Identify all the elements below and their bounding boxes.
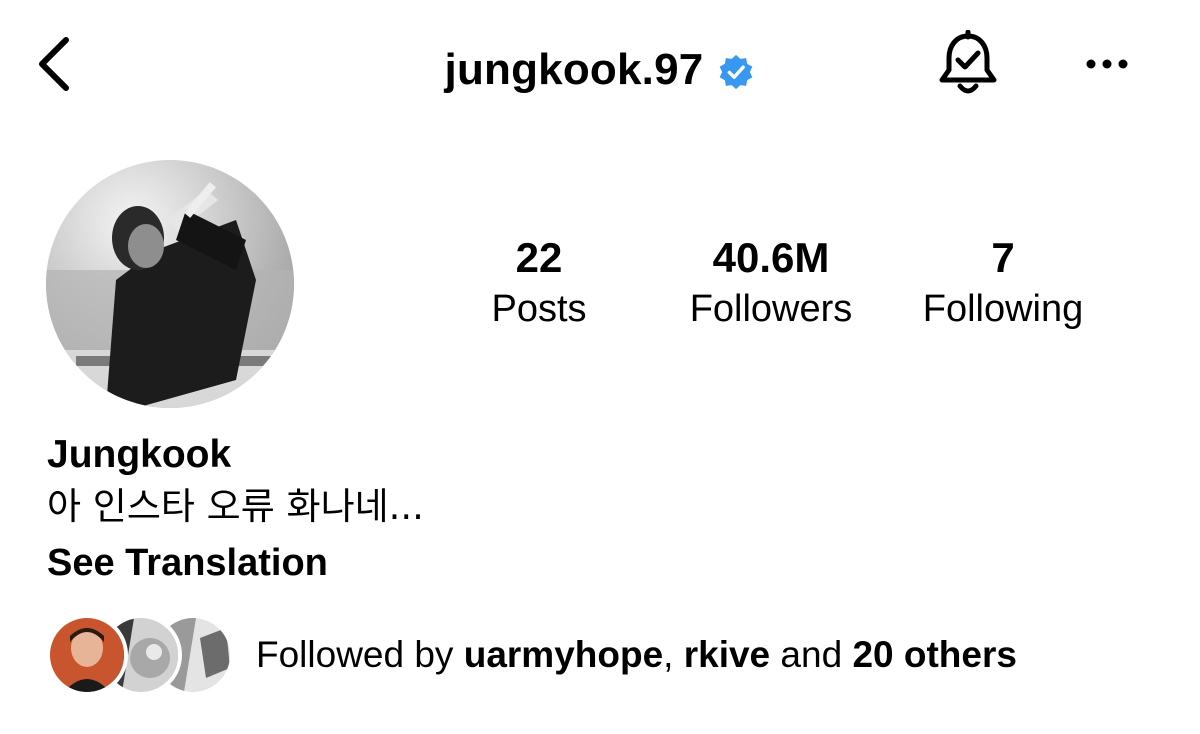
verified-badge-icon bbox=[720, 54, 753, 90]
mutual-follower-1[interactable]: uarmyhope bbox=[464, 634, 663, 675]
following-count: 7 bbox=[991, 234, 1015, 281]
avatar-photo bbox=[50, 618, 124, 692]
username-title: jungkook.97 bbox=[444, 45, 704, 94]
followed-by-prefix: Followed by bbox=[256, 634, 464, 675]
followed-by-others[interactable]: 20 others bbox=[852, 634, 1017, 675]
profile-name: Jungkook bbox=[47, 433, 232, 476]
posts-count: 22 bbox=[515, 234, 563, 281]
mutual-follower-avatar[interactable] bbox=[46, 614, 128, 696]
profile-photo bbox=[46, 160, 294, 408]
more-horizontal-icon bbox=[1086, 59, 1128, 69]
more-options-button[interactable] bbox=[1082, 46, 1132, 82]
profile-avatar[interactable] bbox=[46, 160, 294, 408]
following-label: Following bbox=[922, 288, 1084, 330]
chevron-left-icon bbox=[39, 37, 69, 91]
mutual-follower-2[interactable]: rkive bbox=[684, 634, 770, 675]
header-title: jungkook.97 bbox=[0, 40, 1200, 100]
followed-by-and: and bbox=[770, 634, 853, 675]
stat-following[interactable]: 7 Following bbox=[893, 232, 1113, 334]
notification-bell-check-icon bbox=[939, 29, 997, 94]
notifications-button[interactable] bbox=[936, 29, 1000, 100]
stat-posts[interactable]: 22 Posts bbox=[429, 232, 649, 334]
posts-label: Posts bbox=[491, 288, 587, 330]
followed-by-separator: , bbox=[663, 634, 684, 675]
followers-count: 40.6M bbox=[712, 234, 830, 281]
profile-bio: 아 인스타 오류 화나네... bbox=[47, 485, 424, 528]
followed-by-text[interactable]: Followed by uarmyhope, rkive and 20 othe… bbox=[256, 630, 1017, 680]
followers-label: Followers bbox=[689, 288, 853, 330]
back-button[interactable] bbox=[30, 34, 80, 94]
stat-followers[interactable]: 40.6M Followers bbox=[661, 232, 881, 334]
see-translation-link[interactable]: See Translation bbox=[47, 538, 328, 588]
